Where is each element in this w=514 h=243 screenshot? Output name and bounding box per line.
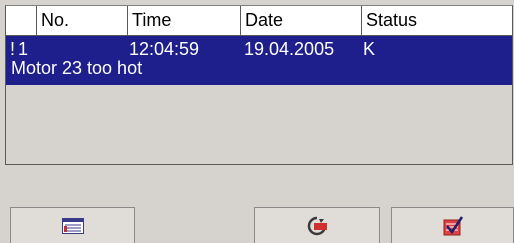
alarm-list-button[interactable] <box>10 207 135 243</box>
column-header-status[interactable]: Status <box>362 6 512 35</box>
column-header-time[interactable]: Time <box>128 6 241 35</box>
loop-in-alarm-button[interactable] <box>254 207 380 243</box>
alarm-list-icon <box>61 217 84 234</box>
acknowledge-icon <box>443 215 463 235</box>
row-time: 12:04:59 <box>129 39 200 59</box>
column-header-number[interactable]: No. <box>37 6 128 35</box>
row-date: 19.04.2005 <box>244 39 335 59</box>
button-bar <box>0 207 514 243</box>
row-mark: ! <box>10 39 16 59</box>
column-header-mark[interactable] <box>6 6 37 35</box>
row-number: 1 <box>18 39 29 59</box>
acknowledge-button[interactable] <box>391 207 514 243</box>
column-header-date[interactable]: Date <box>241 6 362 35</box>
alarm-view: No. Time Date Status ! 1 12:04:59 19.04.… <box>5 5 513 165</box>
table-row[interactable]: ! 1 12:04:59 19.04.2005 K Motor 23 too h… <box>6 36 512 85</box>
table-header: No. Time Date Status <box>6 6 512 36</box>
row-message-text: Motor 23 too hot <box>11 58 143 78</box>
loop-in-alarm-icon <box>307 216 327 235</box>
row-status: K <box>363 39 376 59</box>
